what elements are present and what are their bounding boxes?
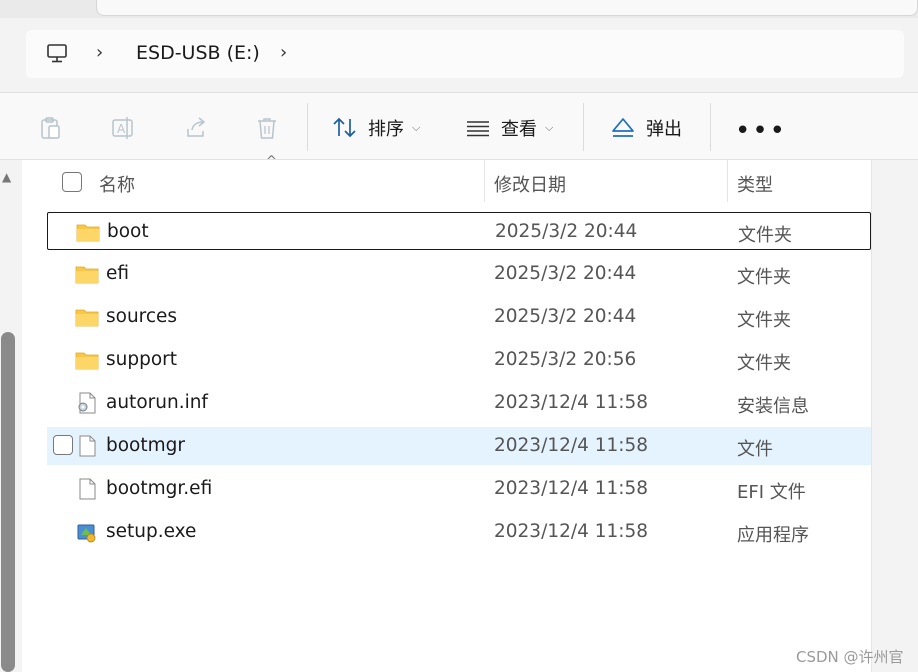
svg-text:A: A: [117, 122, 126, 136]
file-row[interactable]: bootmgr 2023/12/4 11:58 文件: [47, 427, 871, 465]
scroll-up-arrow-icon[interactable]: ▲: [2, 170, 11, 184]
column-type[interactable]: 类型: [737, 171, 773, 197]
file-type: 应用程序: [737, 525, 809, 546]
scrollbar-thumb[interactable]: [1, 332, 15, 672]
chevron-down-icon: ⌵: [545, 121, 554, 134]
sort-button[interactable]: 排序 ⌵: [332, 113, 420, 143]
file-type: EFI 文件: [737, 482, 806, 503]
sort-icon: [333, 117, 356, 138]
file-type: 文件: [737, 439, 773, 460]
eject-button[interactable]: 弹出: [610, 113, 682, 143]
chevron-down-icon: ⌵: [412, 121, 421, 134]
file-type: 安装信息: [737, 396, 809, 417]
file-row[interactable]: support 2025/3/2 20:56 文件夹: [47, 341, 871, 379]
file-row[interactable]: sources 2025/3/2 20:44 文件夹: [47, 298, 871, 336]
trash-icon[interactable]: [254, 115, 280, 141]
breadcrumb-chevron-icon[interactable]: ›: [280, 43, 294, 63]
clipboard-icon[interactable]: [38, 115, 64, 141]
column-date[interactable]: 修改日期: [494, 171, 566, 197]
file-date: 2025/3/2 20:44: [494, 263, 637, 284]
sort-label: 排序: [368, 119, 404, 140]
file-name: sources: [106, 306, 178, 327]
address-bar[interactable]: › ESD-USB (E:) ›: [26, 30, 904, 78]
file-type: 文件夹: [737, 353, 791, 374]
column-header: ^ 名称 修改日期 类型: [22, 154, 872, 202]
file-icon: [79, 478, 96, 500]
file-type: 文件夹: [738, 225, 792, 246]
view-label: 查看: [501, 119, 537, 140]
folder-icon: [75, 309, 99, 327]
file-type: 文件夹: [737, 267, 791, 288]
file-date: 2023/12/4 11:58: [494, 435, 649, 456]
separator: [583, 103, 584, 151]
column-divider[interactable]: [484, 160, 485, 202]
file-date: 2023/12/4 11:58: [494, 478, 649, 499]
rename-icon[interactable]: A: [110, 115, 136, 141]
file-name: support: [106, 349, 178, 370]
eject-label: 弹出: [646, 119, 682, 140]
file-name: boot: [107, 221, 149, 242]
sort-ascending-icon: ^: [266, 154, 277, 169]
file-row[interactable]: boot 2025/3/2 20:44 文件夹: [47, 212, 871, 250]
settings-file-icon: [78, 392, 96, 414]
separator: [307, 103, 308, 151]
folder-icon: [75, 266, 99, 284]
more-options-button[interactable]: •••: [735, 116, 787, 146]
breadcrumb-chevron-icon[interactable]: ›: [96, 43, 110, 63]
active-tab[interactable]: [96, 0, 918, 16]
select-all-checkbox[interactable]: [62, 172, 82, 192]
row-checkbox[interactable]: [53, 435, 73, 455]
file-date: 2025/3/2 20:44: [494, 306, 637, 327]
folder-icon: [76, 224, 100, 242]
eject-icon: [612, 118, 634, 137]
file-name: efi: [106, 263, 130, 284]
tab-strip: [0, 0, 918, 18]
file-icon: [79, 435, 96, 457]
list-view-icon: [467, 121, 489, 137]
navigation-pane-scroll[interactable]: ▲: [0, 160, 18, 672]
file-row[interactable]: bootmgr.efi 2023/12/4 11:58 EFI 文件: [47, 470, 871, 508]
file-date: 2023/12/4 11:58: [494, 521, 649, 542]
separator: [710, 103, 711, 151]
setup-app-icon: [77, 524, 96, 543]
file-name: autorun.inf: [106, 392, 208, 413]
column-name[interactable]: 名称: [99, 171, 135, 197]
file-row[interactable]: autorun.inf 2023/12/4 11:58 安装信息: [47, 384, 871, 422]
view-button[interactable]: 查看 ⌵: [465, 113, 553, 143]
folder-icon: [75, 352, 99, 370]
file-date: 2025/3/2 20:56: [494, 349, 637, 370]
breadcrumb-drive[interactable]: ESD-USB (E:): [136, 42, 260, 64]
file-name: bootmgr: [106, 435, 186, 456]
file-date: 2025/3/2 20:44: [495, 221, 638, 242]
file-type: 文件夹: [737, 310, 791, 331]
file-date: 2023/12/4 11:58: [494, 392, 649, 413]
file-list: ^ 名称 修改日期 类型 boot 2025/3/2 20:44 文件夹 efi…: [22, 154, 872, 672]
pc-icon[interactable]: [46, 42, 68, 64]
share-icon[interactable]: [183, 115, 209, 141]
watermark: CSDN @许州官: [796, 648, 904, 666]
file-row[interactable]: efi 2025/3/2 20:44 文件夹: [47, 255, 871, 293]
file-name: setup.exe: [106, 521, 197, 542]
column-divider[interactable]: [727, 160, 728, 202]
file-row[interactable]: setup.exe 2023/12/4 11:58 应用程序: [47, 513, 871, 551]
file-name: bootmgr.efi: [106, 478, 213, 499]
